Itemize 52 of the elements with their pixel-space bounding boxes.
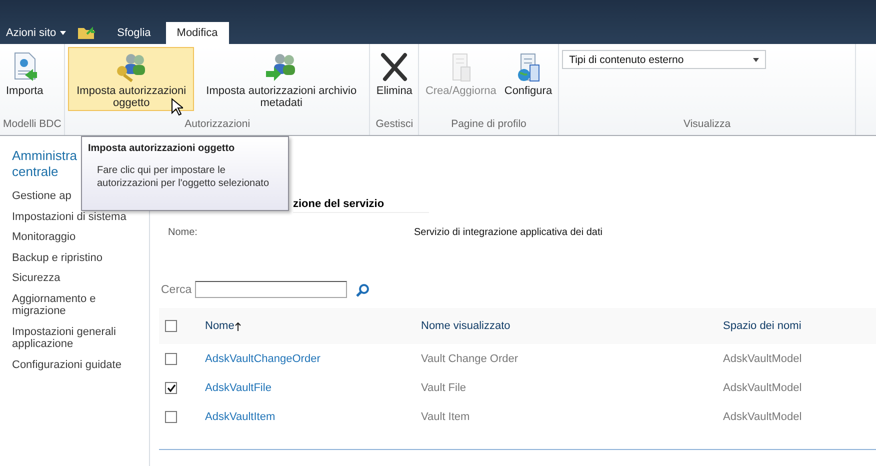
row-checkbox[interactable] (165, 352, 177, 364)
sidebar-item[interactable]: Configurazioni guidate (12, 354, 149, 375)
search-field[interactable] (194, 281, 347, 298)
tooltip-title: Imposta autorizzazioni oggetto (88, 143, 236, 154)
column-header[interactable]: Spazio dei nomi (723, 320, 876, 332)
folder-arrow-icon[interactable] (78, 25, 96, 39)
ribbon-tab[interactable]: Sfoglia (106, 22, 162, 44)
delete-icon (379, 51, 410, 83)
sidebar-item[interactable]: Monitoraggio (12, 227, 149, 248)
ribbon-button[interactable]: Configura (501, 47, 556, 111)
sidebar-item[interactable]: Impostazioni di sistema (12, 206, 149, 227)
view-dropdown[interactable]: Tipi di contenuto esterno (562, 50, 766, 69)
section-title: zione del servizio (293, 198, 429, 213)
tooltip-text: Fare clic qui per impostare le autorizzazioni per l'oggetto selezionato (96, 164, 270, 190)
table-cell-text: AdskVaultModel (723, 352, 803, 364)
ribbon-button[interactable]: Elimina (373, 47, 416, 111)
ribbon-button[interactable]: Imposta autorizzazioni oggetto (68, 47, 194, 111)
name-label: Nome: (168, 227, 198, 238)
column-header[interactable]: Nome visualizzato (421, 320, 723, 332)
select-all-checkbox[interactable] (165, 320, 177, 332)
sort-up-icon (235, 322, 242, 330)
caret-icon (60, 31, 66, 35)
table-cell-text: AdskVaultModel (723, 382, 803, 394)
table-cell-text: AdskVaultModel (723, 410, 803, 422)
group-label: Pagine di profilo (450, 117, 528, 132)
sidebar-item[interactable]: Backup e ripristino (12, 248, 149, 268)
group-label: Autorizzazioni (184, 117, 252, 132)
sidebar-item[interactable]: Impostazioni generali applicazione (12, 322, 149, 354)
item-link[interactable]: AdskVaultFile (205, 382, 421, 394)
mouse-cursor-icon (171, 98, 183, 116)
ribbon-button[interactable]: Importa (3, 47, 46, 111)
ribbon-tab[interactable]: Modifica (166, 22, 229, 44)
table-cell-text: Vault File (421, 382, 468, 394)
search-label: Cerca (161, 284, 192, 296)
sidebar-item[interactable]: Sicurezza (12, 268, 149, 288)
item-link[interactable]: AdskVaultItem (205, 410, 421, 422)
caret-icon (753, 58, 760, 62)
group-label: Visualizza (682, 117, 732, 132)
check-icon (166, 384, 176, 392)
row-checkbox[interactable] (165, 382, 177, 394)
table-cell-text: Vault Item (421, 410, 471, 422)
row-checkbox[interactable] (165, 410, 177, 422)
sidebar-item[interactable]: Aggiornamento e migrazione (12, 288, 149, 322)
site-actions-menu[interactable]: Azioni sito (6, 22, 66, 44)
ribbon-button[interactable]: Imposta autorizzazioni archivio metadati (196, 47, 366, 111)
column-header[interactable]: Nome (205, 320, 421, 332)
item-link[interactable]: AdskVaultChangeOrder (205, 352, 421, 364)
group-label: Modelli BDC (3, 117, 62, 132)
table-cell-text: Vault Change Order (421, 352, 520, 364)
search-icon[interactable] (356, 282, 370, 296)
name-value: Servizio di integrazione applicativa dei dati (414, 227, 602, 238)
group-label: Gestisci (374, 117, 414, 132)
